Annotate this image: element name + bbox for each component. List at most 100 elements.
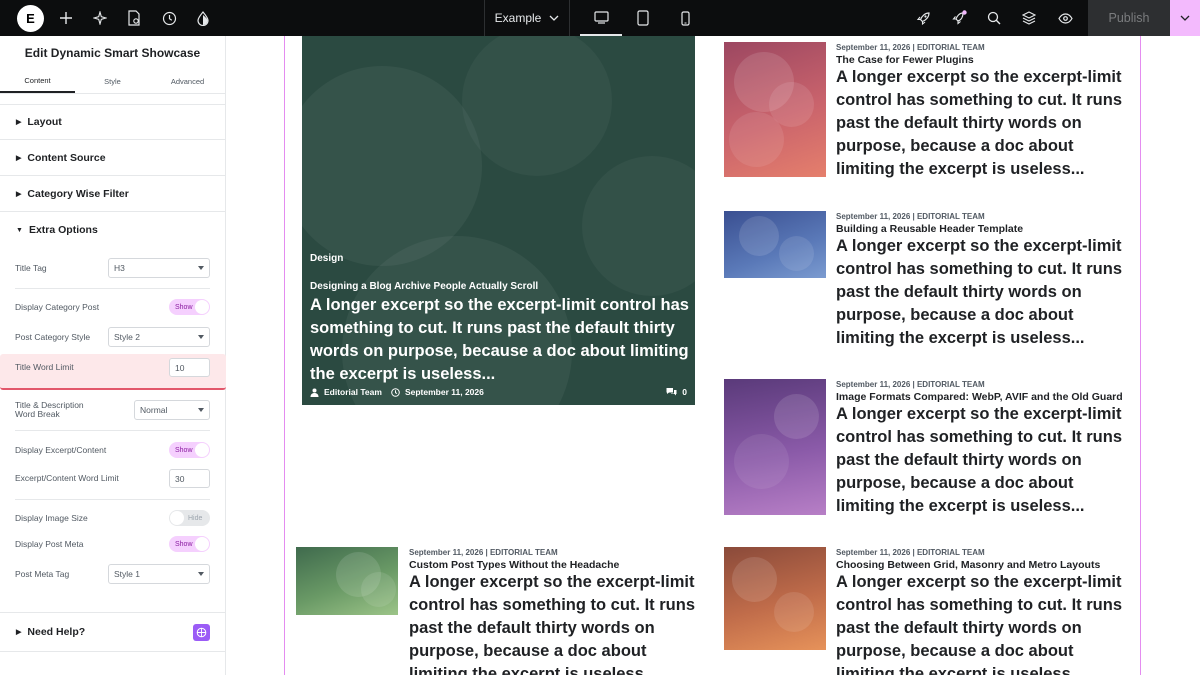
toggle-knob [170, 511, 184, 525]
page-selector[interactable]: Example [484, 0, 570, 36]
post-date: September 11, 2026 [404, 387, 484, 397]
post-author[interactable]: Editorial Team [324, 387, 382, 397]
toggle-label: Show [175, 446, 193, 454]
mobile-icon [680, 10, 690, 26]
rocket-icon[interactable] [913, 8, 933, 28]
bokeh-decoration [582, 156, 695, 296]
preview-canvas: Design Designing a Blog Archive People A… [227, 36, 1200, 675]
bokeh-decoration [729, 112, 784, 167]
post-title[interactable]: Image Formats Compared: WebP, AVIF and t… [836, 391, 1123, 403]
section-label: Extra Options [28, 224, 98, 236]
dropdown-arrow-icon [198, 335, 204, 339]
divider [15, 288, 210, 289]
post-title[interactable]: Building a Reusable Header Template [836, 223, 1023, 235]
desktop-view-button[interactable] [580, 0, 622, 36]
post-excerpt: A longer excerpt so the excerpt-limit co… [310, 296, 689, 383]
user-icon [310, 388, 319, 397]
post-category-style-select[interactable]: Style 2 [108, 327, 210, 347]
ai-sparkle-icon[interactable] [90, 8, 110, 28]
display-image-size-toggle[interactable]: Hide [169, 510, 210, 526]
post-title[interactable]: Custom Post Types Without the Headache [409, 559, 619, 571]
post-meta: September 11, 2026 | EDITORIAL TEAM [836, 212, 985, 221]
section-layout[interactable]: ▶ Layout [0, 104, 225, 140]
post-meta: September 11, 2026 | EDITORIAL TEAM [836, 380, 985, 389]
comments-icon [666, 388, 677, 396]
post-meta-tag-select[interactable]: Style 1 [108, 564, 210, 584]
bokeh-decoration [774, 394, 819, 439]
search-icon[interactable] [984, 8, 1004, 28]
section-extra-options[interactable]: ▼ Extra Options [0, 212, 225, 248]
bokeh-decoration [732, 557, 777, 602]
select-value: H3 [114, 263, 125, 273]
display-excerpt-toggle[interactable]: Show [169, 442, 210, 458]
comment-count: 0 [682, 387, 687, 397]
post-thumbnail[interactable] [724, 42, 826, 177]
control-label: Title & Description Word Break [15, 400, 84, 419]
tab-content[interactable]: Content [0, 70, 75, 93]
display-post-meta-toggle[interactable]: Show [169, 536, 210, 552]
divider [15, 499, 210, 500]
elementor-logo[interactable]: E [17, 5, 44, 32]
mobile-view-button[interactable] [664, 0, 706, 36]
select-value: Style 2 [114, 332, 140, 342]
dropdown-arrow-icon [198, 408, 204, 412]
section-label: Need Help? [27, 626, 86, 638]
post-category[interactable]: Design [310, 253, 343, 264]
panel-tabs: Content Style Advanced [0, 70, 225, 94]
history-icon[interactable] [159, 8, 179, 28]
toggle-label: Show [175, 540, 193, 548]
display-category-toggle[interactable]: Show [169, 299, 210, 315]
post-title[interactable]: Designing a Blog Archive People Actually… [310, 281, 538, 292]
toggle-knob [195, 537, 209, 551]
post-thumbnail[interactable] [296, 547, 398, 615]
section-label: Content Source [27, 151, 106, 164]
post-excerpt: A longer excerpt so the excerpt-limit co… [836, 405, 1123, 515]
post-thumbnail[interactable] [724, 379, 826, 515]
tab-advanced[interactable]: Advanced [150, 70, 225, 93]
section-guide-line [284, 36, 285, 675]
page-name: Example [494, 11, 542, 25]
caret-right-icon: ▶ [16, 629, 22, 636]
bokeh-decoration [779, 236, 814, 271]
structure-icon[interactable] [1019, 8, 1039, 28]
post-meta: Editorial Team September 11, 2026 [310, 387, 484, 397]
post-title[interactable]: The Case for Fewer Plugins [836, 54, 974, 66]
section-content-source[interactable]: ▶ Content Source [0, 140, 225, 176]
tab-style[interactable]: Style [75, 70, 150, 93]
notifications-icon[interactable] [949, 8, 969, 28]
help-widget-icon[interactable] [193, 624, 210, 641]
preview-icon[interactable] [1055, 8, 1075, 28]
tablet-view-button[interactable] [622, 0, 664, 36]
excerpt-word-limit-input[interactable]: 30 [169, 469, 210, 488]
toggle-label: Hide [188, 514, 203, 522]
caret-right-icon: ▶ [16, 154, 22, 162]
section-need-help[interactable]: ▶ Need Help? [0, 612, 226, 652]
publish-options-button[interactable] [1170, 0, 1200, 36]
chevron-down-icon [1180, 15, 1190, 21]
title-tag-select[interactable]: H3 [108, 258, 210, 278]
section-label: Layout [27, 116, 62, 128]
select-value: Normal [140, 405, 168, 415]
post-thumbnail[interactable] [724, 211, 826, 278]
tablet-icon [637, 10, 649, 26]
toggle-knob [195, 300, 209, 314]
post-meta: September 11, 2026 | EDITORIAL TEAM [836, 43, 985, 52]
dropdown-arrow-icon [198, 266, 204, 270]
featured-post-card[interactable]: Design Designing a Blog Archive People A… [302, 36, 695, 405]
title-word-limit-input[interactable]: 10 [169, 358, 210, 377]
theme-icon[interactable] [193, 8, 213, 28]
select-value: Style 1 [114, 569, 140, 579]
desktop-icon [593, 10, 609, 24]
section-category-filter[interactable]: ▶ Category Wise Filter [0, 176, 225, 212]
add-icon[interactable] [56, 8, 76, 28]
post-thumbnail[interactable] [724, 547, 826, 650]
publish-button[interactable]: Publish [1088, 0, 1170, 36]
caret-down-icon: ▼ [16, 226, 23, 234]
word-break-select[interactable]: Normal [134, 400, 210, 420]
post-title[interactable]: Choosing Between Grid, Masonry and Metro… [836, 559, 1100, 571]
page-settings-icon[interactable] [124, 8, 144, 28]
bokeh-decoration [462, 36, 612, 176]
top-bar: E Example Publish [0, 0, 1200, 36]
caret-right-icon: ▶ [16, 119, 22, 126]
post-comments[interactable]: 0 [666, 387, 687, 397]
